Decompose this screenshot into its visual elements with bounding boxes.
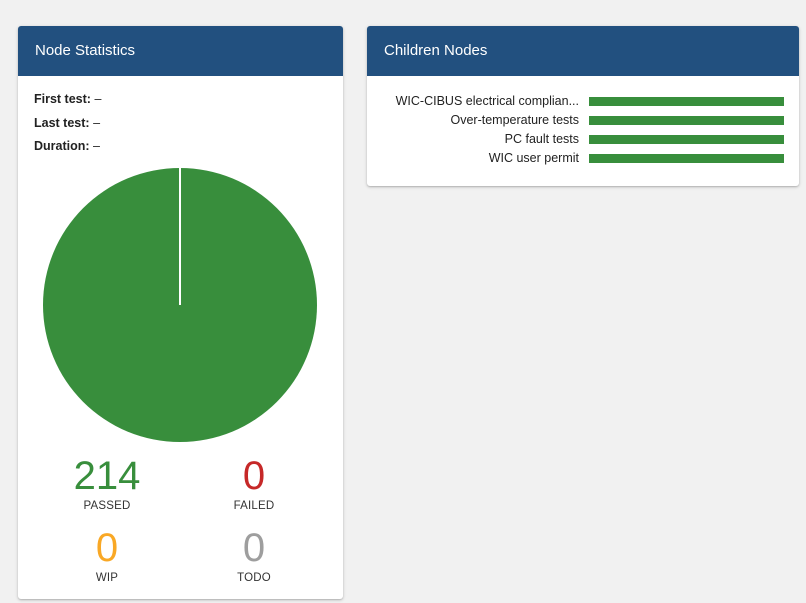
last-test-value: –: [93, 115, 101, 130]
child-node-row[interactable]: Over-temperature tests: [367, 112, 799, 131]
child-node-progress-fill: [589, 97, 784, 106]
last-test-row: Last test: –: [34, 115, 343, 139]
first-test-label: First test:: [34, 92, 91, 106]
passed-count: 214: [73, 454, 141, 498]
status-pie-chart[interactable]: [42, 167, 318, 443]
duration-row: Duration: –: [34, 138, 343, 162]
child-node-progress-fill: [589, 135, 784, 144]
child-node-label[interactable]: WIC-CIBUS electrical complian...: [396, 93, 579, 109]
duration-value: –: [93, 139, 100, 153]
child-node-row[interactable]: PC fault tests: [367, 131, 799, 150]
child-node-progress-fill: [589, 116, 784, 125]
failed-count: 0: [242, 454, 266, 498]
todo-count: 0: [242, 526, 266, 570]
child-node-label[interactable]: Over-temperature tests: [450, 112, 579, 128]
child-node-label[interactable]: PC fault tests: [505, 131, 579, 147]
duration-label: Duration:: [34, 139, 90, 153]
children-nodes-title: Children Nodes: [367, 26, 799, 76]
child-node-progress-fill: [589, 154, 784, 163]
child-node-row[interactable]: WIC-CIBUS electrical complian...: [367, 93, 799, 112]
failed-label: FAILED: [233, 500, 275, 512]
failed-stat: 0 FAILED: [184, 456, 324, 512]
last-test-label: Last test:: [34, 115, 90, 130]
child-node-progress-bar: [589, 97, 784, 106]
child-node-label[interactable]: WIC user permit: [489, 150, 579, 166]
todo-stat: 0 TODO: [184, 528, 324, 584]
child-node-progress-bar: [589, 135, 784, 144]
todo-label: TODO: [237, 572, 271, 584]
child-node-progress-bar: [589, 116, 784, 125]
node-statistics-card: Node Statistics First test: – Last test:…: [18, 26, 343, 599]
passed-label: PASSED: [83, 500, 131, 512]
passed-stat: 214 PASSED: [37, 456, 177, 512]
children-nodes-card: Children Nodes WIC-CIBUS electrical comp…: [367, 26, 799, 186]
wip-count: 0: [95, 526, 119, 570]
wip-stat: 0 WIP: [37, 528, 177, 584]
first-test-value: –: [94, 92, 102, 106]
children-list: WIC-CIBUS electrical complian... Over-te…: [367, 76, 799, 169]
child-node-progress-bar: [589, 154, 784, 163]
wip-label: WIP: [95, 572, 119, 584]
first-test-row: First test: –: [34, 91, 343, 115]
pie-svg: [43, 168, 317, 442]
node-statistics-title: Node Statistics: [18, 26, 343, 76]
node-meta: First test: – Last test: – Duration: –: [18, 76, 343, 162]
child-node-row[interactable]: WIC user permit: [367, 150, 799, 169]
